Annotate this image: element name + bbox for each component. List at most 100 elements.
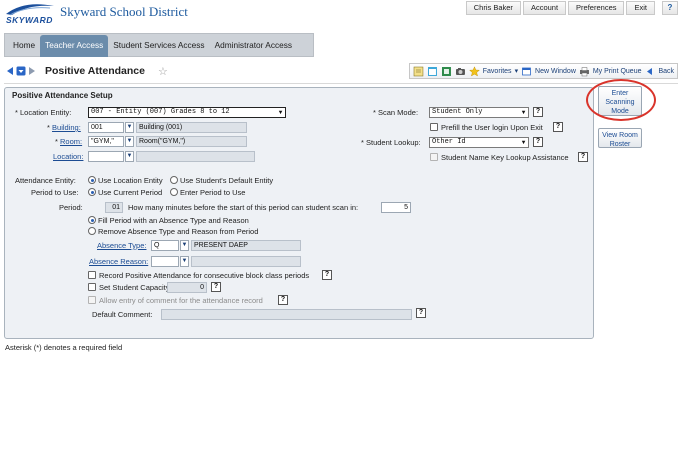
favorites-menu[interactable]: Favorites xyxy=(483,68,512,75)
account-link[interactable]: Account xyxy=(522,1,567,15)
minutes-before-input[interactable]: 5 xyxy=(381,202,411,213)
remove-absence-radio[interactable] xyxy=(88,227,96,235)
exit-link[interactable]: Exit xyxy=(626,1,655,15)
tab-administrator-access[interactable]: Administrator Access xyxy=(210,34,297,56)
record-consecutive-help-icon[interactable]: ? xyxy=(322,270,332,280)
highlight-circle xyxy=(586,79,656,121)
back-link[interactable]: Back xyxy=(658,68,674,75)
period-to-use-label: Period to Use: xyxy=(31,188,79,197)
camera-icon[interactable] xyxy=(455,66,466,77)
new-window-icon[interactable] xyxy=(521,66,532,77)
tab-teacher-access[interactable]: Teacher Access xyxy=(40,35,109,57)
tab-home[interactable]: Home xyxy=(8,34,40,56)
absence-reason-label-wrap: Absence Reason: xyxy=(89,257,148,266)
report-icon[interactable] xyxy=(441,66,452,77)
location-label-wrap: Location: xyxy=(53,152,83,161)
logo-swoosh-icon xyxy=(6,4,54,16)
help-button[interactable]: ? xyxy=(662,1,678,15)
building-code-input[interactable]: 001 xyxy=(88,122,124,133)
absence-reason-dropdown-icon[interactable]: ▼ xyxy=(180,256,189,267)
scan-mode-select[interactable]: Student Only ▼ xyxy=(429,107,529,118)
minutes-before-label: How many minutes before the start of thi… xyxy=(128,203,359,212)
room-label[interactable]: Room: xyxy=(60,137,82,146)
chevron-down-icon: ▼ xyxy=(521,139,526,146)
title-divider xyxy=(4,83,678,84)
print-queue-link[interactable]: My Print Queue xyxy=(593,68,642,75)
title-row: Positive Attendance ☆ Favorites ▾ New Wi… xyxy=(0,60,680,84)
use-default-entity-radio[interactable] xyxy=(170,176,178,184)
positive-attendance-setup-panel: Positive Attendance Setup * Location Ent… xyxy=(4,87,594,339)
enter-period-radio[interactable] xyxy=(170,188,178,196)
favorites-dropdown-icon[interactable]: ▾ xyxy=(515,67,519,75)
use-current-period-radio[interactable] xyxy=(88,188,96,196)
building-lookup-dropdown-icon[interactable]: ▼ xyxy=(125,122,134,133)
fill-period-label: Fill Period with an Absence Type and Rea… xyxy=(98,216,249,225)
allow-comment-label: Allow entry of comment for the attendanc… xyxy=(99,296,263,305)
new-window-link[interactable]: New Window xyxy=(535,68,576,75)
section-title: Positive Attendance Setup xyxy=(12,91,113,100)
district-name: Skyward School District xyxy=(60,4,188,19)
location-entity-value: 007 - Entity (007) Grades 8 to 12 xyxy=(91,108,230,116)
back-arrow-icon[interactable] xyxy=(5,66,15,76)
location-entity-label: * Location Entity: xyxy=(15,108,72,117)
location-lookup-dropdown-icon[interactable]: ▼ xyxy=(125,151,134,162)
period-value: 01 xyxy=(105,202,123,213)
capacity-value: 0 xyxy=(167,282,207,293)
capacity-help-icon[interactable]: ? xyxy=(211,282,221,292)
absence-reason-label[interactable]: Absence Reason: xyxy=(89,257,148,266)
view-room-roster-button[interactable]: View Room Roster xyxy=(598,128,642,148)
fill-period-radio[interactable] xyxy=(88,216,96,224)
absence-type-label-wrap: Absence Type: xyxy=(97,241,146,250)
attendance-entity-label: Attendance Entity: xyxy=(15,176,76,185)
prefill-help-icon[interactable]: ? xyxy=(553,122,563,132)
allow-comment-help-icon[interactable]: ? xyxy=(278,295,288,305)
use-location-entity-radio[interactable] xyxy=(88,176,96,184)
use-current-period-label: Use Current Period xyxy=(98,188,163,197)
notes-icon[interactable] xyxy=(413,66,424,77)
page-nav-arrows xyxy=(5,66,37,76)
tab-student-services-access[interactable]: Student Services Access xyxy=(108,34,209,56)
absence-reason-code-input[interactable] xyxy=(151,256,179,267)
chevron-down-icon: ▼ xyxy=(278,109,283,116)
student-lookup-label: * Student Lookup: xyxy=(361,138,421,147)
favorites-star-icon[interactable] xyxy=(468,65,480,77)
scan-mode-help-icon[interactable]: ? xyxy=(533,107,543,117)
name-lookup-assistance-checkbox[interactable] xyxy=(430,153,438,161)
logo-text: SKYWARD xyxy=(6,15,53,25)
absence-type-code-input[interactable]: Q xyxy=(151,240,179,251)
forward-arrow-icon[interactable] xyxy=(27,66,37,76)
absence-type-label[interactable]: Absence Type: xyxy=(97,241,146,250)
prefill-login-checkbox[interactable] xyxy=(430,123,438,131)
scan-mode-label: * Scan Mode: xyxy=(373,108,419,117)
preferences-link[interactable]: Preferences xyxy=(568,1,625,15)
page-title: Positive Attendance xyxy=(45,65,145,77)
back-icon[interactable] xyxy=(644,66,655,77)
chevron-down-icon: ▼ xyxy=(521,109,526,116)
student-lookup-help-icon[interactable]: ? xyxy=(533,137,543,147)
location-name-display xyxy=(136,151,255,162)
building-name-display: Building (001) xyxy=(136,122,247,133)
room-code-input[interactable]: "GYM," xyxy=(88,136,124,147)
location-entity-select[interactable]: 007 - Entity (007) Grades 8 to 12 ▼ xyxy=(88,107,286,118)
building-label[interactable]: Building: xyxy=(52,123,81,132)
name-lookup-help-icon[interactable]: ? xyxy=(578,152,588,162)
skyward-logo[interactable]: SKYWARD xyxy=(4,2,56,28)
allow-comment-checkbox[interactable] xyxy=(88,296,96,304)
record-consecutive-checkbox[interactable] xyxy=(88,271,96,279)
calendar-icon[interactable] xyxy=(427,66,438,77)
absence-type-name-display: PRESENT DAEP xyxy=(191,240,301,251)
page-toolbar: Favorites ▾ New Window My Print Queue Ba… xyxy=(409,63,678,79)
room-lookup-dropdown-icon[interactable]: ▼ xyxy=(125,136,134,147)
student-lookup-value: Other Id xyxy=(432,138,466,146)
print-queue-icon[interactable] xyxy=(579,66,590,77)
default-comment-input[interactable] xyxy=(161,309,412,320)
favorite-star-icon[interactable]: ☆ xyxy=(158,65,168,78)
room-label-wrap: * Room: xyxy=(55,137,83,146)
default-comment-help-icon[interactable]: ? xyxy=(416,308,426,318)
history-dropdown-icon[interactable] xyxy=(16,66,26,76)
location-code-input[interactable] xyxy=(88,151,124,162)
set-capacity-checkbox[interactable] xyxy=(88,283,96,291)
absence-type-dropdown-icon[interactable]: ▼ xyxy=(180,240,189,251)
location-label[interactable]: Location: xyxy=(53,152,83,161)
student-lookup-select[interactable]: Other Id ▼ xyxy=(429,137,529,148)
